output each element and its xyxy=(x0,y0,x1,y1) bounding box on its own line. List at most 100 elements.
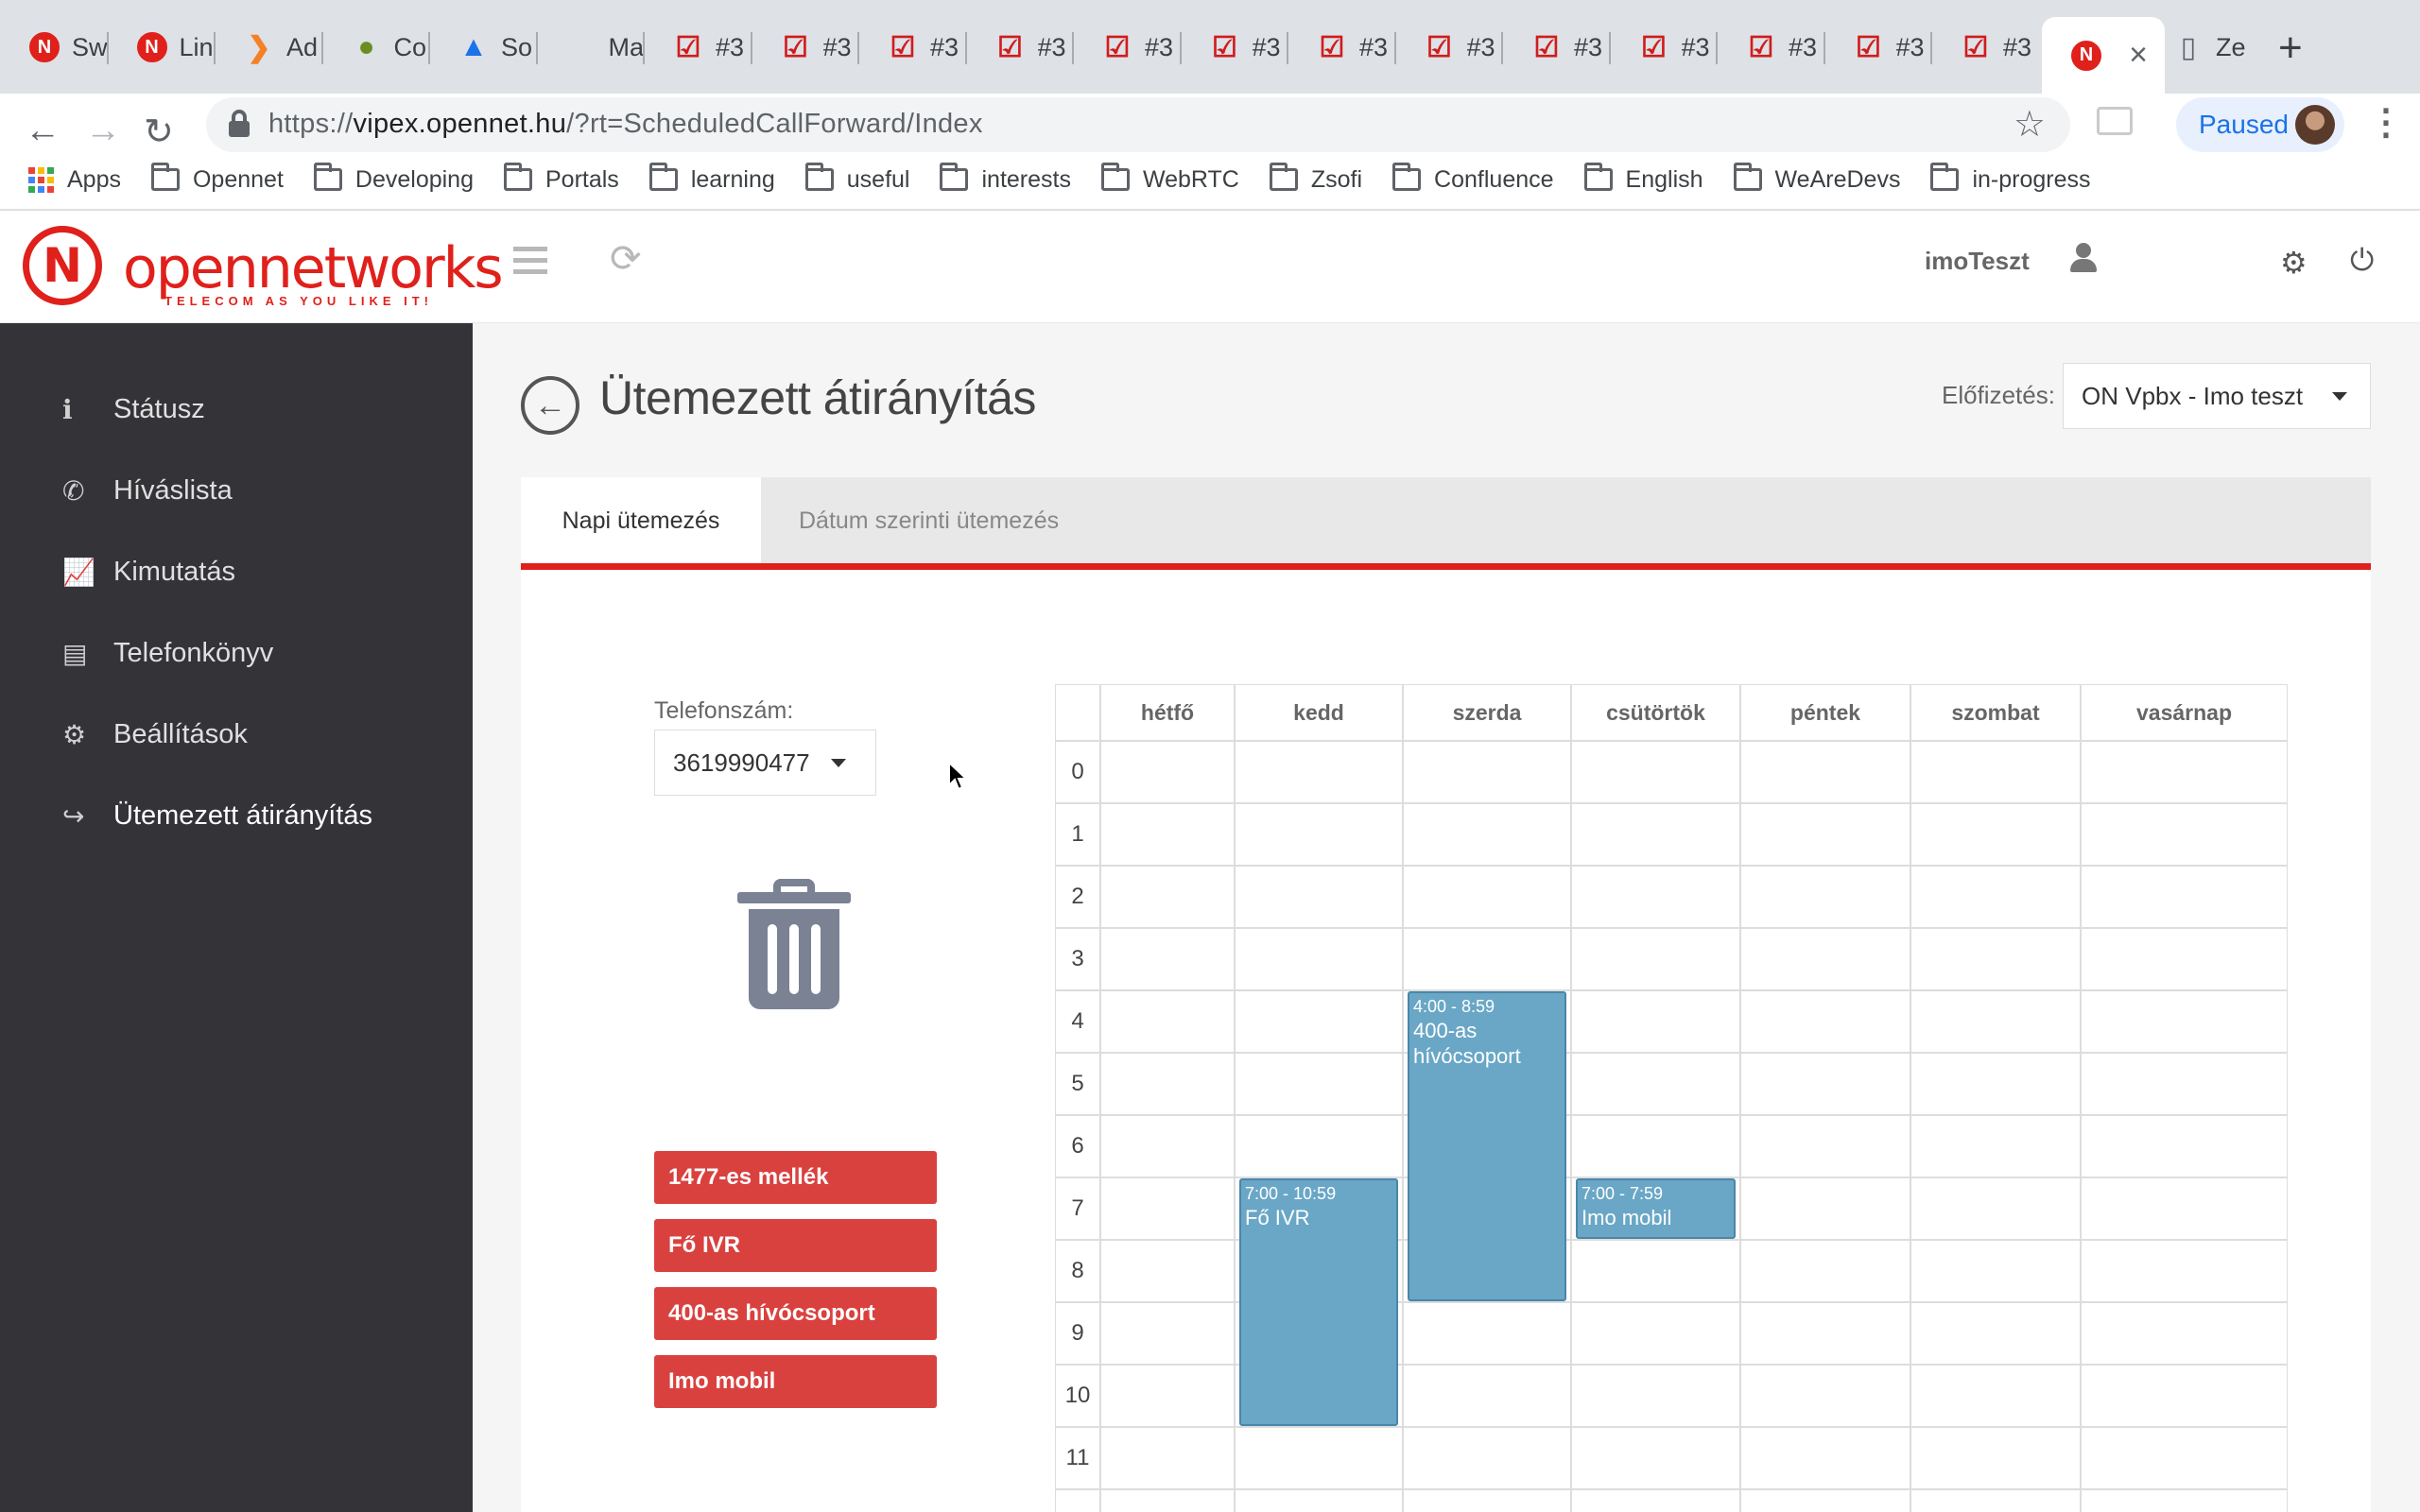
back-arrow-icon[interactable]: ← xyxy=(25,111,60,151)
schedule-slot[interactable] xyxy=(1235,990,1403,1053)
browser-tab[interactable]: ☑ #3 xyxy=(1288,17,1395,77)
phone-number-select[interactable]: 3619990477 xyxy=(654,730,876,796)
schedule-slot[interactable] xyxy=(1571,1365,1740,1427)
schedule-slot[interactable] xyxy=(1100,741,1235,803)
schedule-slot[interactable] xyxy=(1100,1302,1235,1365)
schedule-slot[interactable] xyxy=(1571,1302,1740,1365)
browser-tab[interactable]: ▲ So xyxy=(429,17,537,77)
schedule-slot[interactable] xyxy=(1100,803,1235,866)
browser-tab[interactable]: Ma xyxy=(537,17,645,77)
schedule-slot[interactable] xyxy=(1403,1302,1571,1365)
browser-menu-icon[interactable]: ⋮ xyxy=(2368,101,2404,144)
schedule-slot[interactable] xyxy=(1910,1302,2081,1365)
schedule-slot[interactable] xyxy=(1910,1489,2081,1512)
schedule-slot[interactable] xyxy=(1740,741,1910,803)
schedule-slot[interactable] xyxy=(1740,866,1910,928)
schedule-slot[interactable] xyxy=(1910,1053,2081,1115)
forward-target-button[interactable]: 1477-es mellék xyxy=(654,1151,937,1204)
refresh-icon[interactable]: ⟳ xyxy=(610,237,642,281)
schedule-slot[interactable] xyxy=(1910,1177,2081,1240)
browser-tab[interactable]: ☑ #3 xyxy=(1931,17,2039,77)
schedule-slot[interactable] xyxy=(1740,1365,1910,1427)
schedule-slot[interactable] xyxy=(1235,803,1403,866)
schedule-slot[interactable] xyxy=(1100,1115,1235,1177)
schedule-slot[interactable] xyxy=(1910,803,2081,866)
schedule-slot[interactable] xyxy=(1571,1427,1740,1489)
gear-icon[interactable]: ⚙ xyxy=(2280,245,2308,281)
browser-tab[interactable]: N Sw xyxy=(0,17,108,77)
schedule-slot[interactable] xyxy=(1235,1053,1403,1115)
bookmark-folder[interactable]: useful xyxy=(804,163,909,194)
username[interactable]: imoTeszt xyxy=(1925,247,2030,276)
bookmark-folder[interactable]: learning xyxy=(648,163,775,194)
bookmark-folder[interactable]: Portals xyxy=(504,163,619,194)
schedule-slot[interactable] xyxy=(1740,1489,1910,1512)
schedule-slot[interactable] xyxy=(1100,1177,1235,1240)
schedule-slot[interactable] xyxy=(1910,1115,2081,1177)
schedule-slot[interactable] xyxy=(2081,741,2288,803)
schedule-slot[interactable] xyxy=(1235,1115,1403,1177)
schedule-slot[interactable] xyxy=(2081,990,2288,1053)
trash-icon[interactable] xyxy=(737,879,851,1009)
schedule-slot[interactable] xyxy=(1403,928,1571,990)
sidebar-item[interactable]: ▤ Telefonkönyv xyxy=(0,612,473,694)
sidebar-item[interactable]: ✆ Híváslista xyxy=(0,450,473,531)
bookmark-folder[interactable]: WeAreDevs xyxy=(1733,163,1900,194)
browser-tab[interactable]: N Lin xyxy=(108,17,216,77)
schedule-slot[interactable] xyxy=(2081,1489,2288,1512)
new-tab-button[interactable]: + xyxy=(2278,25,2303,72)
schedule-slot[interactable] xyxy=(2081,1177,2288,1240)
forward-target-button[interactable]: 400-as hívócsoport xyxy=(654,1287,937,1340)
schedule-slot[interactable] xyxy=(1740,990,1910,1053)
sidebar-item[interactable]: 📈 Kimutatás xyxy=(0,531,473,612)
url-text[interactable]: https://vipex.opennet.hu/?rt=ScheduledCa… xyxy=(268,109,983,140)
subscription-select[interactable]: ON Vpbx - Imo teszt xyxy=(2063,363,2371,429)
bookmark-folder[interactable]: Zsofi xyxy=(1269,163,1362,194)
schedule-slot[interactable] xyxy=(1100,928,1235,990)
schedule-slot[interactable] xyxy=(1100,1053,1235,1115)
schedule-slot[interactable] xyxy=(1403,1365,1571,1427)
reload-icon[interactable]: ↻ xyxy=(144,111,174,153)
cast-icon[interactable] xyxy=(2097,107,2133,135)
address-bar[interactable]: https://vipex.opennet.hu/?rt=ScheduledCa… xyxy=(206,97,2070,152)
schedule-slot[interactable] xyxy=(2081,1302,2288,1365)
schedule-slot[interactable] xyxy=(2081,1240,2288,1302)
schedule-slot[interactable] xyxy=(1910,1427,2081,1489)
browser-tab[interactable]: ❯ Ad xyxy=(215,17,322,77)
schedule-slot[interactable] xyxy=(2081,803,2288,866)
bookmark-folder[interactable]: interests xyxy=(940,163,1071,194)
schedule-slot[interactable] xyxy=(1910,1365,2081,1427)
schedule-slot[interactable] xyxy=(1740,1302,1910,1365)
tab-daily-schedule[interactable]: Napi ütemezés xyxy=(521,477,761,565)
schedule-slot[interactable] xyxy=(1571,990,1740,1053)
schedule-slot[interactable] xyxy=(1571,1115,1740,1177)
schedule-slot[interactable] xyxy=(1235,1427,1403,1489)
hamburger-menu-icon[interactable] xyxy=(513,247,547,275)
schedule-slot[interactable] xyxy=(1910,1240,2081,1302)
bookmark-folder[interactable]: Developing xyxy=(313,163,474,194)
schedule-slot[interactable] xyxy=(1740,928,1910,990)
browser-tab[interactable]: ☑ #3 xyxy=(1073,17,1181,77)
schedule-slot[interactable] xyxy=(1100,1365,1235,1427)
sidebar-item[interactable]: ⚙ Beállítások xyxy=(0,694,473,775)
back-button[interactable]: ← xyxy=(521,376,579,435)
schedule-event[interactable]: 4:00 - 8:59 400-as hívócsoport xyxy=(1408,991,1566,1301)
schedule-slot[interactable] xyxy=(2081,1365,2288,1427)
browser-tab[interactable]: ▯ Ze xyxy=(2144,17,2257,77)
bookmark-folder[interactable]: Opennet xyxy=(150,163,284,194)
browser-tab[interactable]: ☑ #3 xyxy=(1395,17,1503,77)
browser-tab[interactable]: ● Co xyxy=(322,17,430,77)
forward-arrow-icon[interactable]: → xyxy=(85,111,121,151)
user-icon[interactable] xyxy=(2070,243,2097,273)
bookmark-folder[interactable]: English xyxy=(1583,163,1703,194)
schedule-slot[interactable] xyxy=(1571,1053,1740,1115)
profile-button[interactable]: Paused xyxy=(2176,97,2344,152)
browser-tab[interactable]: ☑ #3 xyxy=(1181,17,1288,77)
schedule-slot[interactable] xyxy=(1235,1489,1403,1512)
bookmark-folder[interactable]: Confluence xyxy=(1392,163,1554,194)
browser-tab[interactable]: ☑ #3 xyxy=(1824,17,1932,77)
schedule-slot[interactable] xyxy=(1100,866,1235,928)
schedule-slot[interactable] xyxy=(1910,990,2081,1053)
schedule-slot[interactable] xyxy=(1910,866,2081,928)
schedule-slot[interactable] xyxy=(1403,866,1571,928)
